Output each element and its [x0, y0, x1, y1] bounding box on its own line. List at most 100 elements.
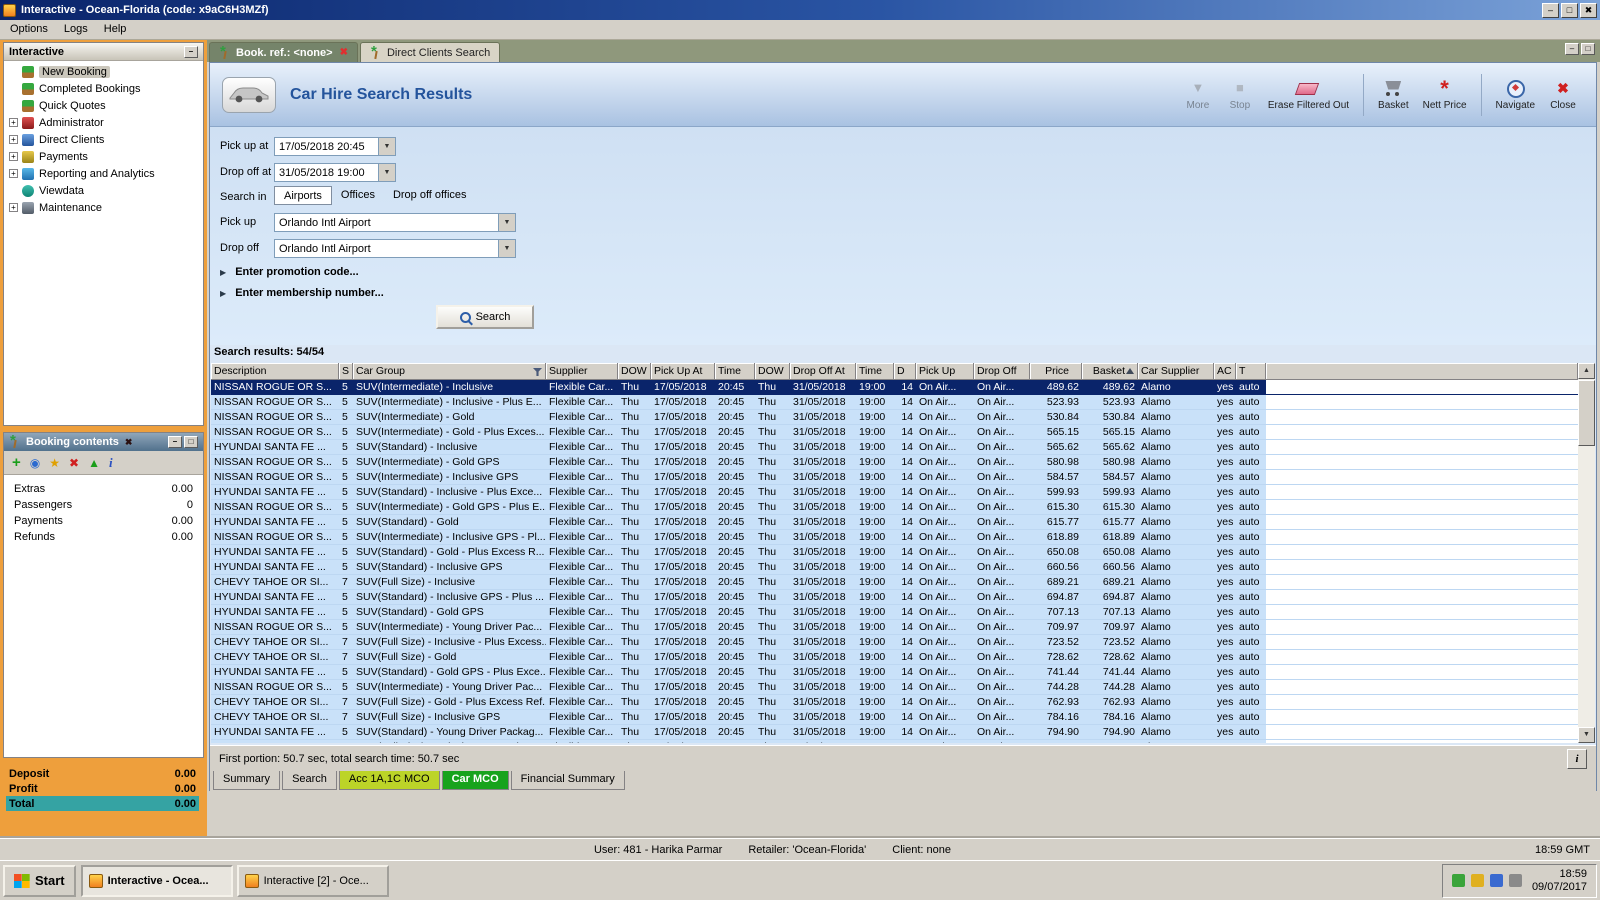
table-row[interactable]: NISSAN ROGUE OR S... 5 SUV(Intermediate) -… [211, 680, 1578, 695]
tray-icon[interactable] [1489, 874, 1503, 887]
maximize-button[interactable]: □ [1561, 2, 1578, 18]
table-row[interactable]: HYUNDAI SANTA FE ... 5 SUV(Standard) - Inc… [211, 440, 1578, 455]
bottom-tab-search[interactable]: Search [282, 771, 337, 790]
nett-price-button[interactable]: * Nett Price [1416, 77, 1474, 113]
vertical-scrollbar[interactable]: ▲ ▼ [1578, 363, 1595, 743]
booking-minimize-icon[interactable]: – [168, 436, 182, 448]
search-button[interactable]: Search [436, 305, 534, 329]
column-header-description-0[interactable]: Description [211, 363, 339, 380]
column-header-drop-off-12[interactable]: Drop Off [974, 363, 1030, 380]
table-row[interactable]: HYUNDAI SANTA FE ... 5 SUV(Standard) - Inc… [211, 560, 1578, 575]
column-header-dow-4[interactable]: DOW [618, 363, 651, 380]
tray-icon[interactable] [1508, 874, 1522, 887]
bottom-tab-car-mco[interactable]: Car MCO [441, 771, 509, 790]
table-row[interactable]: HYUNDAI SANTA FE ... 5 SUV(Standard) - Gol… [211, 605, 1578, 620]
start-button[interactable]: Start [3, 864, 76, 897]
star-icon[interactable]: ★ [49, 457, 60, 469]
column-header-drop-off-at-8[interactable]: Drop Off At [790, 363, 856, 380]
tab-direct-clients-search[interactable]: Direct Clients Search [359, 42, 501, 62]
info-button[interactable]: i [1567, 748, 1587, 769]
tree-expand-icon[interactable]: + [9, 135, 18, 144]
column-header-d-10[interactable]: D [894, 363, 916, 380]
promotion-code-expander[interactable]: ▶ Enter promotion code... [220, 266, 359, 278]
sidebar-item-quick-quotes[interactable]: Quick Quotes [4, 97, 203, 114]
close-button[interactable]: ✖ [1580, 2, 1597, 18]
table-row[interactable]: CHEVY TAHOE OR SI... 7 SUV(Full Size) - Go… [211, 695, 1578, 710]
tab-close-icon[interactable]: ✖ [340, 47, 348, 58]
tree-expand-icon[interactable]: + [9, 118, 18, 127]
bottom-tab-acc-1a-1c-mco[interactable]: Acc 1A,1C MCO [338, 771, 440, 790]
table-row[interactable]: HYUNDAI SANTA FE ... 5 SUV(Standard) - You… [211, 725, 1578, 740]
table-row[interactable]: NISSAN ROGUE OR S... 5 SUV(Intermediate) -… [211, 620, 1578, 635]
add-icon[interactable]: + [12, 455, 21, 470]
dropdown-icon[interactable]: ▼ [378, 138, 395, 155]
filter-icon[interactable] [533, 368, 542, 376]
column-header-t-17[interactable]: T [1236, 363, 1266, 380]
info-icon[interactable]: i [109, 456, 113, 469]
mdi-restore-icon[interactable]: □ [1581, 43, 1595, 55]
scroll-thumb[interactable] [1578, 380, 1595, 446]
scroll-down-icon[interactable]: ▼ [1578, 727, 1595, 743]
table-row[interactable]: NISSAN ROGUE OR S... 5 SUV(Intermediate) -… [211, 425, 1578, 440]
table-row[interactable]: NISSAN ROGUE OR S... 5 SUV(Intermediate) -… [211, 470, 1578, 485]
column-header-car-supplier-15[interactable]: Car Supplier [1138, 363, 1214, 380]
column-header-price-13[interactable]: Price [1030, 363, 1082, 380]
sidebar-item-new-booking[interactable]: New Booking [4, 63, 203, 80]
sidebar-item-administrator[interactable]: + Administrator [4, 114, 203, 131]
column-header-ac-16[interactable]: AC [1214, 363, 1236, 380]
table-row[interactable]: NISSAN ROGUE OR S... 5 SUV(Intermediate) -… [211, 455, 1578, 470]
delete-icon[interactable]: ✖ [69, 457, 79, 469]
table-row[interactable]: CHEVY TAHOE OR SI... 7 SUV(Full Size) - In… [211, 635, 1578, 650]
column-header-basket-14[interactable]: Basket [1082, 363, 1138, 380]
minimize-button[interactable]: – [1542, 2, 1559, 18]
globe-icon[interactable]: ◉ [30, 457, 40, 469]
export-icon[interactable]: ▲ [88, 457, 100, 469]
sidebar-item-reporting-and-analytics[interactable]: + Reporting and Analytics [4, 165, 203, 182]
dropdown-icon[interactable]: ▼ [498, 240, 515, 257]
menu-logs[interactable]: Logs [56, 20, 96, 39]
table-row[interactable]: HYUNDAI SANTA FE ... 5 SUV(Standard) - Gol… [211, 545, 1578, 560]
column-header-supplier-3[interactable]: Supplier [546, 363, 618, 380]
sidebar-item-maintenance[interactable]: + Maintenance [4, 199, 203, 216]
menu-help[interactable]: Help [96, 20, 135, 39]
searchin-tab-drop-off-offices[interactable]: Drop off offices [384, 186, 476, 205]
column-header-car-group-2[interactable]: Car Group [353, 363, 546, 380]
dropdown-icon[interactable]: ▼ [378, 164, 395, 181]
dropoff-at-field[interactable]: 31/05/2018 19:00 ▼ [274, 163, 396, 182]
table-row[interactable]: HYUNDAI SANTA FE ... 5 SUV(Standard) - Inc… [211, 485, 1578, 500]
table-row[interactable]: CHEVY TAHOE OR SI... 7 SUV(Full Size) - In… [211, 710, 1578, 725]
menu-options[interactable]: Options [2, 20, 56, 39]
sidebar-item-viewdata[interactable]: Viewdata [4, 182, 203, 199]
erase-filtered-out-button[interactable]: Erase Filtered Out [1261, 77, 1356, 113]
tray-icon[interactable] [1470, 874, 1484, 887]
column-header-s-1[interactable]: S [339, 363, 353, 380]
column-header-pick-up-11[interactable]: Pick Up [916, 363, 974, 380]
sidebar-item-direct-clients[interactable]: + Direct Clients [4, 131, 203, 148]
taskbar-button-2[interactable]: Interactive [2] - Oce... [236, 864, 389, 897]
close-button[interactable]: ✖ Close [1542, 77, 1584, 113]
booking-maximize-icon[interactable]: □ [184, 436, 198, 448]
tree-expand-icon[interactable]: + [9, 203, 18, 212]
bottom-tab-financial-summary[interactable]: Financial Summary [510, 771, 625, 790]
table-row[interactable]: NISSAN ROGUE OR S... 5 SUV(Intermediate) -… [211, 530, 1578, 545]
pickup-at-field[interactable]: 17/05/2018 20:45 ▼ [274, 137, 396, 156]
basket-button[interactable]: Basket [1371, 77, 1416, 113]
table-row[interactable]: CHEVY TAHOE OR SI... 7 SUV(Full Size) - In… [211, 575, 1578, 590]
tab-book-ref-none[interactable]: Book. ref.: <none> ✖ [209, 42, 358, 62]
column-header-time-9[interactable]: Time [856, 363, 894, 380]
column-header-time-6[interactable]: Time [715, 363, 755, 380]
navigate-button[interactable]: Navigate [1489, 77, 1542, 113]
tree-expand-icon[interactable]: + [9, 152, 18, 161]
dropoff-combo[interactable]: Orlando Intl Airport ▼ [274, 239, 516, 258]
table-row[interactable]: NISSAN ROGUE OR S... 5 SUV(Intermediate) -… [211, 500, 1578, 515]
table-row[interactable]: HYUNDAI SANTA FE ... 5 SUV(Standard) - Inc… [211, 590, 1578, 605]
column-header-pick-up-at-5[interactable]: Pick Up At [651, 363, 715, 380]
sidebar-item-payments[interactable]: + Payments [4, 148, 203, 165]
booking-close-icon[interactable]: ✖ [125, 437, 133, 448]
column-header-dow-7[interactable]: DOW [755, 363, 790, 380]
table-row[interactable]: NISSAN ROGUE OR S... 5 SUV(Intermediate) -… [211, 410, 1578, 425]
tray-icon[interactable] [1451, 874, 1465, 887]
searchin-tab-airports[interactable]: Airports [274, 186, 332, 205]
bottom-tab-summary[interactable]: Summary [213, 771, 281, 790]
table-row[interactable]: NISSAN ROGUE OR S... 5 SUV(Intermediate) -… [211, 380, 1578, 395]
